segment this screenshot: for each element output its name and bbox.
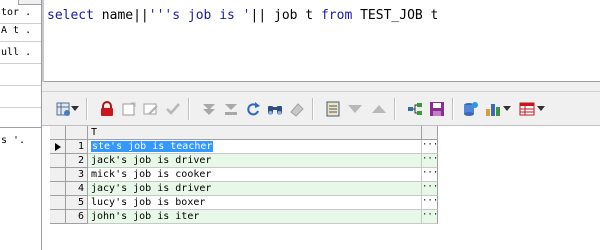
column-header-t[interactable]: T: [88, 126, 422, 140]
table-row[interactable]: 5 lucy's job is boxer ···: [50, 196, 438, 210]
cell-ellipsis-button[interactable]: ···: [422, 182, 438, 196]
sql-text: TEST_JOB t: [352, 8, 439, 23]
cell-value[interactable]: lucy's job is boxer: [88, 196, 422, 210]
last-record-icon[interactable]: [222, 100, 240, 118]
table-row[interactable]: 2 jack's job is driver ···: [50, 154, 438, 168]
toolbar-separator: [394, 98, 396, 120]
app-window: tor . A t . ull . s '. select name||'''s…: [0, 0, 600, 250]
row-indicator: [50, 196, 66, 210]
editor-splitter[interactable]: [42, 82, 600, 92]
row-indicator: [50, 154, 66, 168]
grid-header-row: T: [50, 126, 438, 140]
toolbar-separator: [452, 98, 454, 120]
cell-value[interactable]: mick's job is cooker: [88, 168, 422, 182]
cell-ellipsis-button[interactable]: ···: [422, 196, 438, 210]
row-number-header: [66, 126, 88, 140]
row-number: 1: [66, 140, 88, 154]
row-indicator: [50, 140, 66, 154]
sql-keyword-select: select: [47, 8, 94, 23]
lock-icon[interactable]: [98, 100, 116, 118]
cell-value[interactable]: ste's job is teacher: [88, 140, 422, 154]
table-row[interactable]: 3 mick's job is cooker ···: [50, 168, 438, 182]
outline-item[interactable]: A t .: [0, 20, 41, 42]
sql-string-literal: '''s job is ': [148, 8, 251, 23]
result-grid-toolbar: [42, 92, 600, 126]
dropdown-arrow-icon[interactable]: [502, 100, 512, 118]
cell-value[interactable]: jack's job is driver: [88, 154, 422, 168]
dropdown-arrow-icon[interactable]: [536, 100, 546, 118]
sql-text: name||: [93, 8, 149, 23]
table-row[interactable]: 4 jacy's job is driver ···: [50, 182, 438, 196]
editor-gutter: [42, 0, 44, 82]
post-check-icon[interactable]: [164, 100, 182, 118]
export-icon[interactable]: [462, 100, 480, 118]
query-tree-icon[interactable]: [406, 100, 424, 118]
cell-value[interactable]: jacy's job is driver: [88, 182, 422, 196]
cell-ellipsis-button[interactable]: ···: [422, 168, 438, 182]
table-row[interactable]: 6 john's job is iter ···: [50, 210, 438, 224]
find-icon[interactable]: [266, 100, 284, 118]
current-row-arrow-icon: [55, 143, 61, 151]
cell-value[interactable]: john's job is iter: [88, 210, 422, 224]
outline-item[interactable]: [0, 64, 41, 86]
sql-editor[interactable]: select name||'''s job is '|| job t from …: [42, 0, 600, 82]
row-number: 6: [66, 210, 88, 224]
toolbar-separator: [312, 98, 314, 120]
dropdown-arrow-icon[interactable]: [70, 100, 80, 118]
row-indicator-header: [50, 126, 66, 140]
first-record-icon[interactable]: [200, 100, 218, 118]
refresh-icon[interactable]: [244, 100, 262, 118]
toolbar-separator: [188, 98, 190, 120]
cell-ellipsis-button[interactable]: ···: [422, 154, 438, 168]
row-number: 2: [66, 154, 88, 168]
table-icon[interactable]: [518, 100, 536, 118]
add-record-icon[interactable]: [120, 100, 138, 118]
row-indicator: [50, 168, 66, 182]
row-number: 4: [66, 182, 88, 196]
cell-ellipsis-button[interactable]: ···: [422, 140, 438, 154]
result-grid: T 1 ste's job is teacher ··· 2 jack's jo…: [50, 126, 440, 226]
row-number: 3: [66, 168, 88, 182]
sql-statement[interactable]: select name||'''s job is '|| job t from …: [47, 8, 438, 23]
row-number: 5: [66, 196, 88, 210]
move-down-icon[interactable]: [346, 100, 364, 118]
left-outline-panel: tor . A t . ull . s '.: [0, 0, 42, 250]
edit-record-icon[interactable]: [142, 100, 160, 118]
chart-icon[interactable]: [484, 100, 502, 118]
selected-cell-text: ste's job is teacher: [91, 141, 214, 152]
column-header-filler: [422, 126, 438, 140]
clear-icon[interactable]: [288, 100, 306, 118]
row-indicator: [50, 210, 66, 224]
row-indicator: [50, 182, 66, 196]
table-row[interactable]: 1 ste's job is teacher ···: [50, 140, 438, 154]
left-lower-pane: s '.: [0, 127, 41, 250]
cell-ellipsis-button[interactable]: ···: [422, 210, 438, 224]
toolbar-separator: [86, 98, 88, 120]
outline-item[interactable]: [0, 86, 41, 108]
save-icon[interactable]: [428, 100, 446, 118]
sql-text: || job t: [250, 8, 321, 23]
single-record-view-icon[interactable]: [324, 100, 342, 118]
sql-keyword-from: from: [320, 8, 353, 23]
outline-item[interactable]: ull .: [0, 42, 41, 64]
lower-pane-item[interactable]: s '.: [0, 130, 41, 152]
move-up-icon[interactable]: [370, 100, 388, 118]
